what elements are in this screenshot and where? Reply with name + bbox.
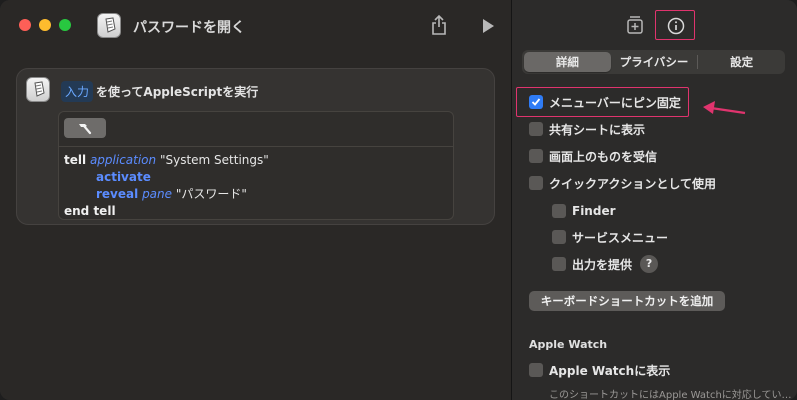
option-label: 共有シートに表示	[549, 122, 646, 137]
code-line: end tell	[64, 204, 116, 218]
action-header: 入力 を使ってAppleScriptを実行	[61, 81, 258, 102]
checkbox[interactable]	[552, 204, 566, 218]
script-editor[interactable]: tell application "System Settings" activ…	[58, 111, 454, 220]
minimize-window-button[interactable]	[39, 19, 51, 31]
apple-watch-section-title: Apple Watch	[529, 338, 608, 351]
info-icon	[667, 17, 685, 35]
shortcut-icon[interactable]	[97, 13, 121, 38]
option-label: Finder	[572, 204, 616, 218]
option-label: クイックアクションとして使用	[549, 176, 717, 191]
option-pin-menubar[interactable]: メニューバーにピン固定	[529, 93, 681, 111]
add-keyboard-shortcut-button[interactable]: キーボードショートカットを追加	[529, 291, 725, 311]
details-info-button[interactable]	[655, 10, 695, 40]
option-finder[interactable]: Finder	[552, 202, 616, 220]
checkbox[interactable]	[552, 257, 566, 271]
option-label: メニューバーにピン固定	[549, 95, 681, 110]
zoom-window-button[interactable]	[59, 19, 71, 31]
window-title: パスワードを開く	[133, 20, 245, 36]
option-show-on-watch[interactable]: Apple Watchに表示	[529, 361, 670, 379]
compile-button[interactable]	[64, 118, 106, 138]
option-share-sheet[interactable]: 共有シートに表示	[529, 120, 645, 138]
action-library-icon[interactable]	[626, 15, 644, 35]
close-window-button[interactable]	[19, 19, 31, 31]
action-header-text: を使ってAppleScriptを実行	[96, 85, 259, 99]
help-button[interactable]: ?	[640, 255, 659, 273]
checkbox[interactable]	[529, 149, 543, 163]
tab-privacy[interactable]: プライバシー	[611, 52, 698, 72]
inspector-pane: 詳細 プライバシー 設定 メニューバーにピン固定 共有シートに表示 画面上のもの…	[511, 0, 797, 400]
hammer-icon	[79, 124, 92, 135]
code-line: activate	[96, 170, 151, 184]
code-line: tell application "System Settings"	[64, 153, 269, 167]
checkbox[interactable]	[529, 363, 543, 377]
share-icon[interactable]	[430, 14, 448, 36]
input-variable-token[interactable]: 入力	[61, 81, 94, 102]
tab-details[interactable]: 詳細	[524, 52, 611, 72]
run-applescript-action[interactable]: 入力 を使ってAppleScriptを実行 tell application "S…	[16, 68, 495, 225]
watch-compat-note: このショートカットにはApple Watchに対応してい…	[549, 390, 792, 400]
annotation-arrow-icon	[703, 101, 746, 115]
checkbox[interactable]	[529, 122, 543, 136]
titlebar: パスワードを開く	[0, 0, 511, 52]
option-provide-output[interactable]: 出力を提供 ?	[552, 255, 659, 273]
checkbox-checked[interactable]	[529, 95, 543, 109]
script-divider	[59, 146, 453, 147]
inspector-tabs: 詳細 プライバシー 設定	[522, 50, 785, 74]
option-receive-screen[interactable]: 画面上のものを受信	[529, 147, 657, 165]
code-line: reveal pane "パスワード"	[96, 187, 247, 201]
option-label: 画面上のものを受信	[549, 149, 658, 164]
checkmark-icon	[531, 98, 541, 106]
applescript-code[interactable]: tell application "System Settings" activ…	[64, 152, 269, 220]
editor-pane: パスワードを開く 入力 を使ってAppleScriptを実行 tell appl…	[0, 0, 511, 400]
option-label: サービスメニュー	[572, 230, 669, 245]
checkbox[interactable]	[552, 230, 566, 244]
option-services-menu[interactable]: サービスメニュー	[552, 228, 668, 246]
option-label: 出力を提供	[572, 257, 633, 272]
option-label: Apple Watchに表示	[549, 363, 671, 378]
script-editor-icon	[26, 77, 50, 102]
play-icon[interactable]	[481, 18, 495, 34]
shortcuts-window: パスワードを開く 入力 を使ってAppleScriptを実行 tell appl…	[0, 0, 797, 400]
tab-settings[interactable]: 設定	[698, 52, 785, 72]
option-quick-action[interactable]: クイックアクションとして使用	[529, 174, 716, 192]
checkbox[interactable]	[529, 176, 543, 190]
